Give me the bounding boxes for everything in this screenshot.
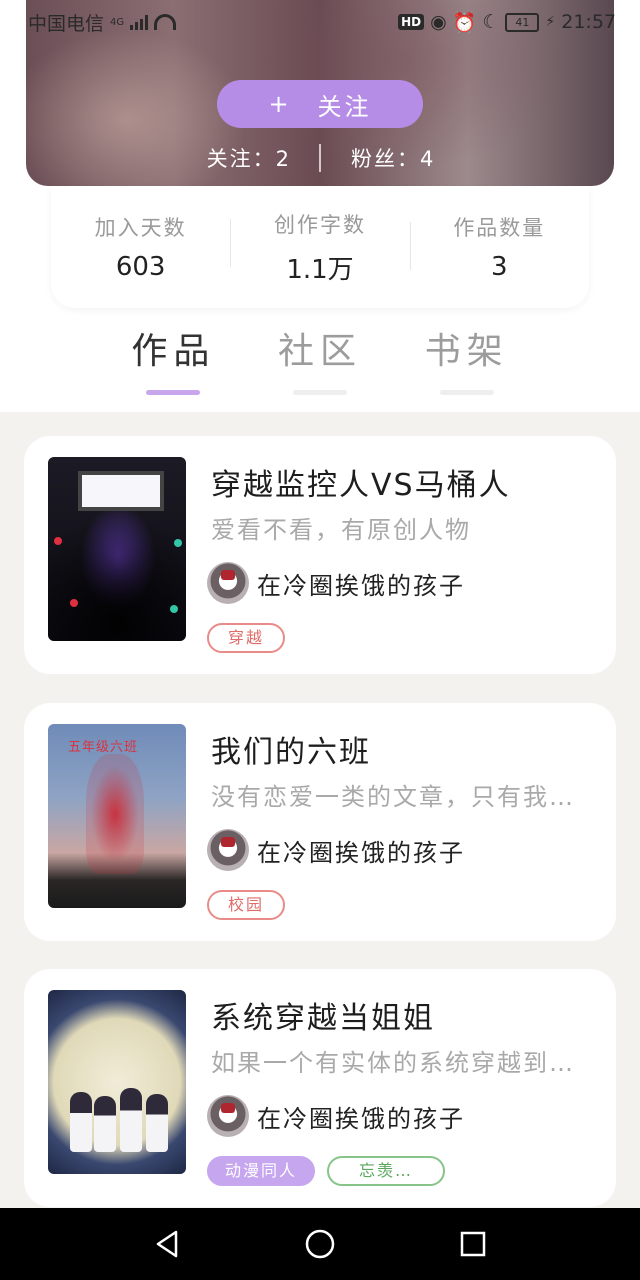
fans-count: 4 — [420, 147, 434, 171]
back-triangle-icon[interactable] — [147, 1224, 187, 1264]
stats-card: 加入天数 603 创作字数 1.1万 作品数量 3 — [51, 186, 589, 308]
fans-label: 粉丝： — [351, 147, 420, 171]
stat-label: 创作字数 — [273, 212, 366, 237]
stat-word-count: 创作字数 1.1万 — [230, 209, 409, 286]
cover-art — [120, 1088, 142, 1152]
book-description: 爱看不看，有原创人物 — [211, 516, 471, 544]
cover-art — [94, 1096, 116, 1152]
tag[interactable]: 穿越 — [207, 623, 285, 653]
tag-list: 动漫同人 忘羡… — [207, 1156, 446, 1186]
cover-art — [170, 605, 178, 613]
tag[interactable]: 忘羡… — [327, 1156, 446, 1186]
stats-divider — [319, 144, 321, 172]
tab-indicator — [439, 390, 494, 395]
status-bar: 中国电信 4G HD ◉ ⏰ ☾ 41 ⚡ 21:57 — [0, 0, 640, 44]
fans-stat[interactable]: 粉丝：4 — [351, 143, 433, 173]
book-title[interactable]: 穿越监控人VS马桶人 — [211, 460, 511, 504]
tag[interactable]: 动漫同人 — [207, 1156, 316, 1186]
stat-label: 作品数量 — [453, 216, 546, 240]
moon-icon: ☾ — [482, 11, 500, 33]
tab-indicator — [146, 390, 201, 395]
stat-join-days: 加入天数 603 — [51, 212, 230, 282]
charging-icon: ⚡ — [545, 14, 556, 30]
stat-label: 加入天数 — [94, 216, 187, 240]
cover-art — [174, 539, 182, 547]
tab-label: 书架 — [424, 331, 509, 372]
stat-value: 3 — [491, 252, 508, 282]
cover-art — [146, 1094, 168, 1152]
battery-icon: 41 — [505, 12, 540, 32]
book-cover-image: 五年级六班 — [48, 724, 186, 908]
work-card[interactable]: 系统穿越当姐姐 如果一个有实体的系统穿越到… 在冷圈挨饿的孩子 动漫同人 忘羡… — [24, 969, 616, 1207]
stat-value: 1.1万 — [286, 254, 354, 285]
recents-square-icon[interactable] — [453, 1224, 493, 1264]
author-name: 在冷圈挨饿的孩子 — [257, 571, 465, 600]
alarm-icon: ⏰ — [452, 11, 477, 34]
follow-button-label: 关注 — [317, 92, 372, 121]
book-cover-image — [48, 990, 186, 1174]
home-circle-icon[interactable] — [300, 1224, 340, 1264]
tab-community[interactable]: 社区 — [247, 322, 394, 402]
book-cover-image — [48, 457, 186, 641]
system-nav-bar — [0, 1208, 640, 1280]
tab-bookshelf[interactable]: 书架 — [393, 322, 540, 402]
book-description: 如果一个有实体的系统穿越到… — [211, 1049, 575, 1077]
work-card[interactable]: 五年级六班 我们的六班 没有恋爱一类的文章，只有我… 在冷圈挨饿的孩子 校园 — [24, 703, 616, 941]
author-name: 在冷圈挨饿的孩子 — [257, 1104, 465, 1133]
tag-list: 校园 — [207, 890, 285, 920]
tab-indicator — [293, 390, 347, 395]
cover-text: 五年级六班 — [68, 740, 139, 755]
eye-icon: ◉ — [430, 11, 447, 33]
tag-list: 穿越 — [207, 623, 285, 653]
avatar — [207, 1095, 249, 1137]
cover-art — [86, 754, 144, 874]
tab-works[interactable]: 作品 — [100, 322, 247, 402]
network-type: 4G — [110, 16, 125, 28]
tab-label: 社区 — [278, 331, 363, 372]
signal-icon — [130, 14, 149, 30]
follow-button[interactable]: + 关注 — [217, 80, 423, 128]
wifi-icon — [154, 14, 177, 30]
cover-art — [70, 599, 78, 607]
book-title[interactable]: 系统穿越当姐姐 — [211, 993, 435, 1037]
author-row[interactable]: 在冷圈挨饿的孩子 — [207, 829, 465, 871]
follow-stats: 关注：2 粉丝：4 — [0, 140, 640, 176]
stat-value: 603 — [115, 252, 166, 282]
stat-works-count: 作品数量 3 — [409, 212, 589, 282]
book-title[interactable]: 我们的六班 — [211, 727, 371, 771]
author-name: 在冷圈挨饿的孩子 — [257, 838, 465, 867]
author-row[interactable]: 在冷圈挨饿的孩子 — [207, 1095, 465, 1137]
carrier-text: 中国电信 — [28, 12, 105, 35]
plus-icon: + — [268, 90, 292, 118]
profile-tabs: 作品 社区 书架 — [100, 322, 540, 402]
cover-art — [78, 471, 164, 511]
work-card[interactable]: 穿越监控人VS马桶人 爱看不看，有原创人物 在冷圈挨饿的孩子 穿越 — [24, 436, 616, 674]
hd-icon: HD — [398, 14, 425, 30]
following-stat[interactable]: 关注：2 — [207, 143, 289, 173]
tab-label: 作品 — [131, 331, 216, 372]
cover-art — [54, 537, 62, 545]
following-count: 2 — [275, 147, 289, 171]
following-label: 关注： — [206, 147, 276, 171]
avatar — [207, 829, 249, 871]
cover-art — [70, 1092, 92, 1152]
tag[interactable]: 校园 — [207, 890, 285, 920]
author-row[interactable]: 在冷圈挨饿的孩子 — [207, 562, 465, 604]
avatar — [207, 562, 249, 604]
book-description: 没有恋爱一类的文章，只有我… — [211, 783, 575, 811]
clock-time: 21:57 — [561, 11, 616, 33]
